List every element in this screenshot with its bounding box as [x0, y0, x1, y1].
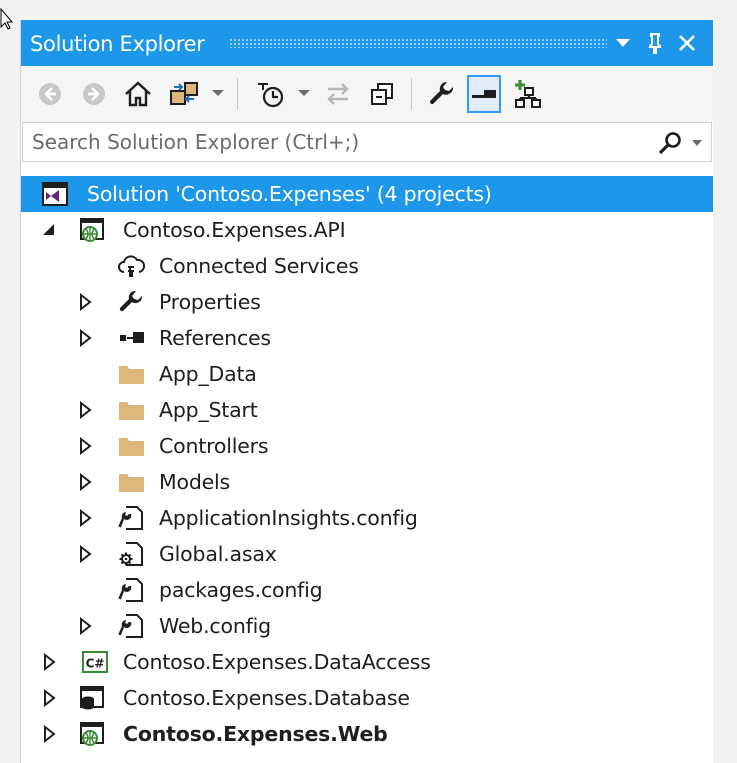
new-solution-view-icon — [515, 80, 541, 108]
csharp-project-icon: C# — [82, 651, 108, 673]
tree-item-solution[interactable]: Solution 'Contoso.Expenses' (4 projects) — [21, 176, 714, 212]
folder-icon — [119, 438, 144, 456]
sync-dropdown-icon[interactable] — [211, 88, 225, 98]
back-icon — [39, 83, 61, 105]
back-button[interactable] — [33, 75, 67, 113]
svg-text:C#: C# — [86, 657, 105, 671]
sync-with-active-document-button[interactable] — [167, 75, 201, 113]
close-icon[interactable] — [675, 31, 699, 55]
forward-button[interactable] — [77, 75, 111, 113]
filter-dropdown-icon[interactable] — [297, 88, 311, 98]
tree-item-label: App_Start — [159, 398, 258, 422]
collapse-arrow-icon[interactable] — [41, 221, 59, 239]
tree-item-app-data[interactable]: App_Data — [21, 356, 714, 392]
tree-item-label: ApplicationInsights.config — [159, 506, 418, 530]
tree-item-dataaccess-project[interactable]: C# Contoso.Expenses.DataAccess — [21, 644, 714, 680]
tree-item-web-project[interactable]: Contoso.Expenses.Web — [21, 716, 714, 752]
connected-services-icon — [118, 255, 145, 277]
history-icon — [258, 83, 284, 108]
tree-item-label: References — [159, 326, 271, 350]
home-button[interactable] — [121, 75, 155, 113]
tree-item-label: Contoso.Expenses.API — [123, 218, 346, 242]
config-file-icon — [118, 506, 143, 530]
tree-item-label: Global.asax — [159, 542, 277, 566]
sync-icon — [170, 82, 198, 105]
tree-item-controllers[interactable]: Controllers — [21, 428, 714, 464]
expand-arrow-icon[interactable] — [77, 509, 95, 527]
tree-item-label: packages.config — [159, 578, 323, 602]
home-icon — [125, 81, 151, 107]
tree-item-label: Contoso.Expenses.Web — [123, 722, 388, 746]
tree-item-label: Web.config — [159, 614, 271, 638]
forward-icon — [83, 83, 105, 105]
tree-item-label: Models — [159, 470, 231, 494]
properties-icon — [429, 81, 454, 105]
tree-item-app-start[interactable]: App_Start — [21, 392, 714, 428]
toolbar-separator — [411, 78, 412, 110]
expand-arrow-icon[interactable] — [41, 689, 59, 707]
expand-arrow-icon[interactable] — [41, 725, 59, 743]
tree-item-label: Properties — [159, 290, 261, 314]
pin-icon[interactable] — [643, 31, 667, 55]
tree-item-models[interactable]: Models — [21, 464, 714, 500]
folder-icon — [119, 402, 144, 420]
global-asax-icon — [119, 542, 143, 566]
preview-selected-icon — [472, 90, 496, 98]
tree-item-api-project[interactable]: Contoso.Expenses.API — [21, 212, 714, 248]
tree-item-references[interactable]: References — [21, 320, 714, 356]
tree-item-label: Contoso.Expenses.DataAccess — [123, 650, 431, 674]
mouse-cursor-icon — [0, 8, 14, 30]
solution-explorer-window: Solution Explorer Search Solution Explor… — [20, 20, 715, 763]
toolbar-separator — [237, 78, 238, 110]
properties-button[interactable] — [425, 75, 459, 113]
folder-icon — [119, 474, 144, 492]
solution-icon — [42, 182, 68, 206]
search-options-dropdown-icon[interactable] — [691, 139, 703, 147]
tree-item-applicationinsights-config[interactable]: ApplicationInsights.config — [21, 500, 714, 536]
pending-changes-filter-button[interactable] — [253, 75, 287, 113]
collapse-all-icon — [371, 83, 393, 105]
references-icon — [120, 332, 144, 343]
tree-item-database-project[interactable]: Contoso.Expenses.Database — [21, 680, 714, 716]
expand-arrow-icon[interactable] — [77, 617, 95, 635]
expand-arrow-icon[interactable] — [77, 293, 95, 311]
expand-arrow-icon[interactable] — [41, 653, 59, 671]
search-input[interactable] — [32, 127, 632, 157]
title-bar[interactable]: Solution Explorer — [21, 20, 714, 66]
switch-views-button[interactable] — [321, 75, 355, 113]
database-project-icon — [80, 686, 104, 710]
search-icon[interactable] — [657, 131, 683, 157]
expand-arrow-icon[interactable] — [77, 401, 95, 419]
background-area — [713, 20, 737, 763]
tree-item-label: Contoso.Expenses.Database — [123, 686, 410, 710]
tree-item-connected-services[interactable]: Connected Services — [21, 248, 714, 284]
tree-item-label: Solution 'Contoso.Expenses' (4 projects) — [87, 182, 492, 206]
search-box[interactable] — [22, 122, 712, 162]
expand-arrow-icon[interactable] — [77, 329, 95, 347]
preview-selected-items-button[interactable] — [467, 75, 501, 113]
tree-item-label: App_Data — [159, 362, 257, 386]
window-menu-dropdown-icon[interactable] — [611, 31, 635, 55]
title-grip[interactable] — [229, 38, 607, 48]
tree-item-properties[interactable]: Properties — [21, 284, 714, 320]
collapse-all-button[interactable] — [365, 75, 399, 113]
tree-item-packages-config[interactable]: packages.config — [21, 572, 714, 608]
web-project-icon — [80, 218, 104, 242]
tree-item-label: Controllers — [159, 434, 269, 458]
config-file-icon — [118, 578, 143, 602]
toolbar — [21, 66, 714, 122]
tree-item-web-config[interactable]: Web.config — [21, 608, 714, 644]
expand-arrow-icon[interactable] — [77, 473, 95, 491]
tree-item-label: Connected Services — [159, 254, 359, 278]
expand-arrow-icon[interactable] — [77, 545, 95, 563]
folder-icon — [119, 366, 144, 384]
switch-views-icon — [327, 83, 349, 105]
expand-arrow-icon[interactable] — [77, 437, 95, 455]
window-title: Solution Explorer — [30, 32, 205, 56]
create-new-solution-view-button[interactable] — [511, 75, 545, 113]
config-file-icon — [118, 614, 143, 638]
tree-item-global-asax[interactable]: Global.asax — [21, 536, 714, 572]
wrench-icon — [119, 290, 143, 312]
web-project-icon — [80, 722, 104, 746]
